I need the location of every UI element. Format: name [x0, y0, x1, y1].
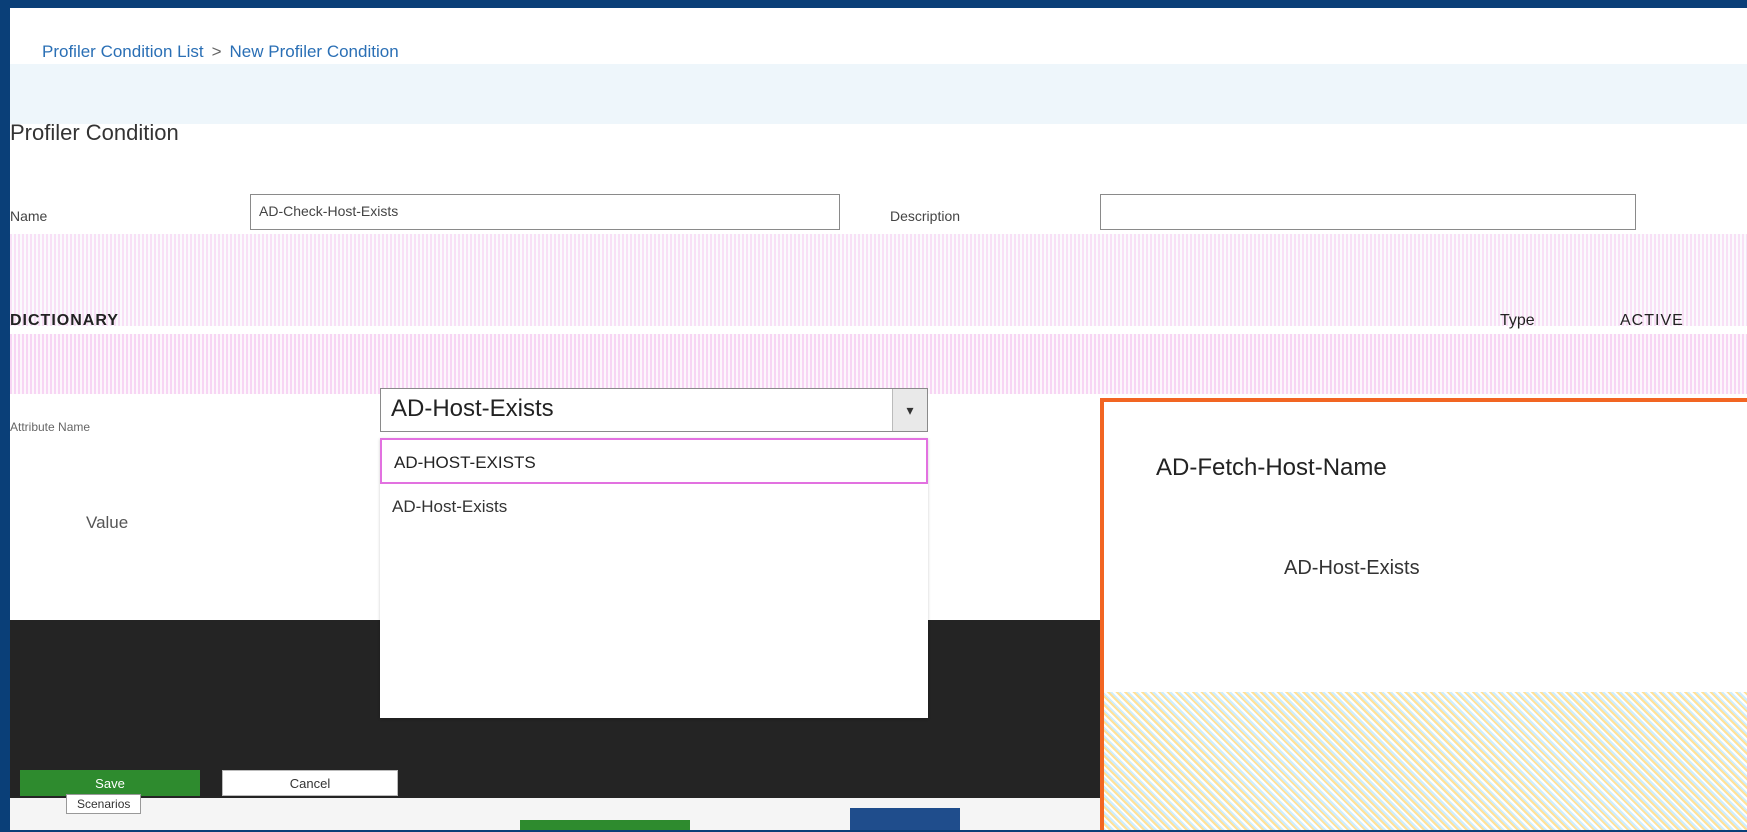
dropdown-option[interactable]	[380, 622, 928, 668]
attribute-value-select[interactable]: AD-Host-Exists	[380, 388, 928, 432]
dictionary-label: DICTIONARY	[10, 312, 119, 329]
field-band	[10, 234, 1747, 326]
description-input[interactable]	[1100, 194, 1636, 230]
breadcrumb-item-list[interactable]: Profiler Condition List	[42, 42, 204, 62]
description-label: Description	[890, 208, 961, 224]
dropdown-option[interactable]: AD-HOST-EXISTS	[380, 438, 928, 484]
attribute-popup: AD-Fetch-Host-Name AD-Host-Exists	[1100, 398, 1747, 830]
page-frame: Profiler Condition List > New Profiler C…	[10, 8, 1747, 830]
name-label: Name	[10, 208, 48, 224]
value-label: Value	[86, 513, 129, 532]
dropdown-option[interactable]	[380, 530, 928, 576]
save-button[interactable]: Save	[20, 770, 200, 796]
bottom-blue-bar	[850, 808, 960, 830]
attribute-name-label: Attribute Name	[10, 420, 91, 434]
cancel-button[interactable]: Cancel	[222, 770, 398, 796]
dropdown-option[interactable]	[380, 576, 928, 622]
dropdown-option[interactable]: AD-Host-Exists	[380, 484, 928, 530]
popup-title[interactable]: AD-Fetch-Host-Name	[1156, 454, 1387, 482]
breadcrumb-band	[10, 64, 1747, 124]
name-input[interactable]: AD-Check-Host-Exists	[250, 194, 840, 230]
bottom-tab-scenarios[interactable]: Scenarios	[66, 794, 142, 814]
bottom-green-bar	[520, 820, 690, 830]
type-label: Type	[1500, 312, 1535, 329]
breadcrumb: Profiler Condition List > New Profiler C…	[42, 42, 399, 62]
popup-option[interactable]: AD-Host-Exists	[1284, 557, 1420, 580]
attribute-dropdown-list: AD-HOST-EXISTS AD-Host-Exists	[380, 438, 928, 718]
attribute-band	[10, 334, 1747, 394]
page-title: Profiler Condition	[10, 120, 179, 145]
type-value[interactable]: ACTIVE	[1620, 312, 1684, 330]
breadcrumb-item-new[interactable]: New Profiler Condition	[230, 42, 399, 62]
breadcrumb-separator: >	[211, 42, 222, 61]
chevron-down-icon[interactable]: ▾	[892, 389, 927, 431]
popup-band	[1104, 692, 1747, 830]
